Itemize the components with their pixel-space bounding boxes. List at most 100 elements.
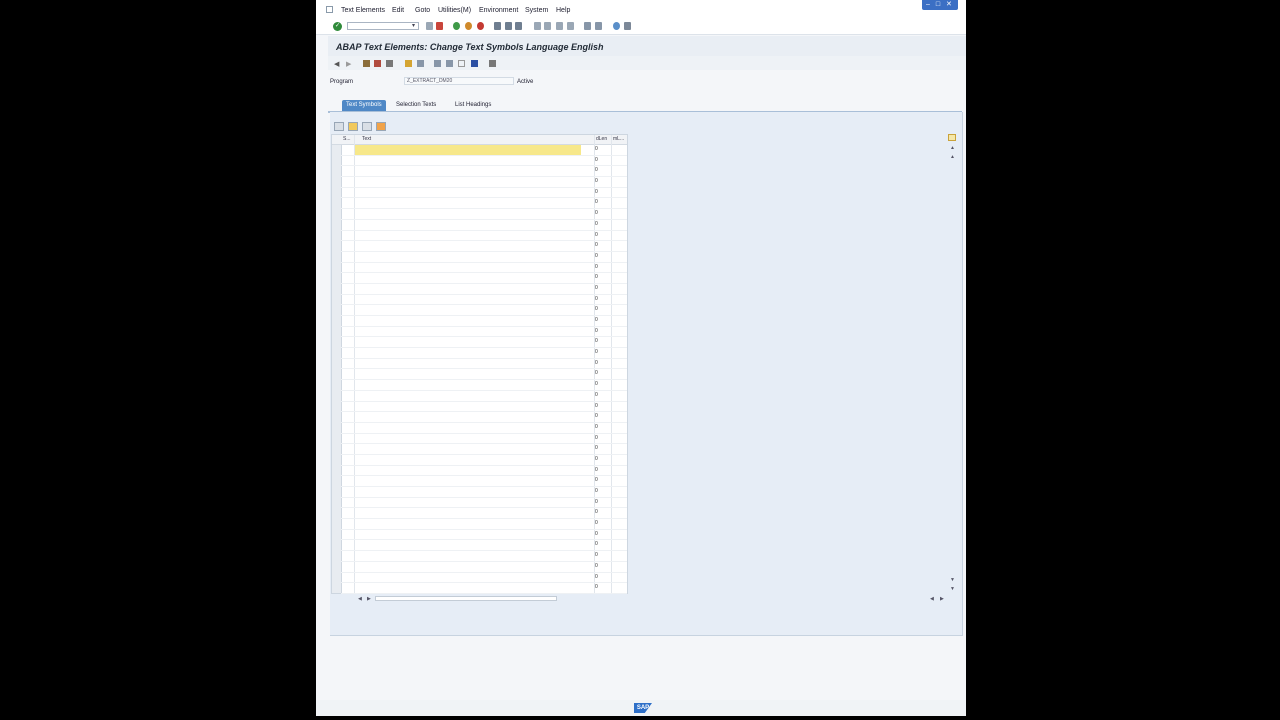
table-row[interactable]: 0 <box>341 188 627 199</box>
text-cell[interactable] <box>355 573 581 583</box>
scroll-up-icon[interactable]: ▲ <box>950 145 955 151</box>
menu-environment[interactable]: Environment <box>479 7 518 14</box>
first-page-icon[interactable] <box>534 22 541 30</box>
text-cell[interactable] <box>355 412 581 422</box>
table-row[interactable]: 0 <box>341 530 627 541</box>
table-row[interactable]: 0 <box>341 508 627 520</box>
table-row[interactable]: 0 <box>341 380 627 391</box>
configure-table-icon[interactable] <box>376 122 386 131</box>
table-row[interactable]: 0 <box>341 369 627 381</box>
navigation-icon[interactable] <box>417 60 424 67</box>
text-cell[interactable] <box>355 295 581 305</box>
table-row[interactable]: 0 <box>341 231 627 242</box>
header-text[interactable]: Text <box>362 136 371 142</box>
text-cell[interactable] <box>355 166 581 176</box>
text-cell[interactable] <box>355 305 581 315</box>
table-row[interactable]: 0 <box>341 391 627 402</box>
text-cell[interactable] <box>355 231 581 241</box>
program-field[interactable]: Z_EXTRACT_DM20 <box>404 77 514 85</box>
table-row[interactable]: 0 <box>341 166 627 178</box>
table-row[interactable]: 0 <box>341 444 627 455</box>
text-cell[interactable] <box>355 273 581 283</box>
table-row[interactable]: 0 <box>341 551 627 562</box>
table-row[interactable]: 0 <box>341 252 627 263</box>
print-icon[interactable] <box>494 22 501 30</box>
hierarchy-icon[interactable] <box>489 60 496 67</box>
table-row[interactable]: 0 <box>341 498 627 509</box>
text-cell[interactable] <box>355 241 581 251</box>
table-row[interactable]: 0 <box>341 177 627 188</box>
back-icon[interactable] <box>453 22 460 30</box>
tab-selection-texts[interactable]: Selection Texts <box>392 100 440 111</box>
tab-text-symbols[interactable]: Text Symbols <box>342 100 386 111</box>
text-cell[interactable] <box>355 466 581 476</box>
text-cell[interactable] <box>355 177 581 187</box>
header-dlen[interactable]: dLen <box>596 136 607 142</box>
exit-icon[interactable] <box>465 22 472 30</box>
copy-row-icon[interactable] <box>362 122 372 131</box>
table-row[interactable]: 0 <box>341 327 627 338</box>
shortcut-icon[interactable] <box>595 22 602 30</box>
activate-icon[interactable] <box>386 60 393 67</box>
text-cell[interactable] <box>355 508 581 518</box>
text-cell[interactable] <box>355 540 581 550</box>
table-row[interactable]: 0 <box>341 540 627 552</box>
text-cell[interactable] <box>355 209 581 219</box>
window-controls[interactable]: – □ ✕ <box>922 0 958 10</box>
table-settings-icon[interactable] <box>948 134 956 141</box>
save-icon[interactable] <box>436 22 443 30</box>
text-cell[interactable] <box>355 359 581 369</box>
table-row[interactable]: 0 <box>341 423 627 434</box>
table-row[interactable]: 0 <box>341 348 627 359</box>
table-row[interactable]: 0 <box>341 273 627 284</box>
table-row[interactable]: 0 <box>341 284 627 295</box>
text-cell[interactable] <box>355 284 581 294</box>
scroll-left-page-icon[interactable]: ▶ <box>367 596 371 602</box>
table-row[interactable]: 0 <box>341 487 627 498</box>
command-field[interactable] <box>347 22 419 30</box>
scroll-down-page-icon[interactable]: ▼ <box>950 577 955 583</box>
text-cell[interactable] <box>355 263 581 273</box>
table-row[interactable]: 0 <box>341 209 627 220</box>
find-icon[interactable] <box>505 22 512 30</box>
back-arrow-icon[interactable]: ◀ <box>334 60 341 68</box>
scroll-down-icon[interactable]: ▼ <box>950 586 955 592</box>
customize-layout-icon[interactable] <box>624 22 631 30</box>
text-cell[interactable] <box>355 423 581 433</box>
header-symbol[interactable]: S... <box>343 136 351 142</box>
translation-icon[interactable] <box>446 60 453 67</box>
menu-edit[interactable]: Edit <box>392 7 404 14</box>
table-row[interactable]: 0 <box>341 156 627 167</box>
menu-text-elements[interactable]: Text Elements <box>341 7 385 14</box>
window-menu-icon[interactable] <box>326 6 333 13</box>
text-cell[interactable] <box>355 156 581 166</box>
table-row[interactable]: 0 <box>341 359 627 370</box>
text-cell[interactable] <box>355 316 581 326</box>
text-cell[interactable] <box>355 562 581 572</box>
scroll-up-page-icon[interactable]: ▲ <box>950 154 955 160</box>
text-cell[interactable] <box>355 327 581 337</box>
text-cell[interactable] <box>355 369 581 379</box>
display-change-icon[interactable] <box>363 60 370 67</box>
cancel-icon[interactable] <box>477 22 484 30</box>
where-used-icon[interactable] <box>405 60 412 67</box>
table-row[interactable]: 0 <box>341 455 627 466</box>
text-cell[interactable] <box>355 434 581 444</box>
menu-goto[interactable]: Goto <box>415 7 430 14</box>
check-icon[interactable] <box>374 60 381 67</box>
table-row[interactable]: 0 <box>341 412 627 423</box>
text-cell[interactable] <box>355 519 581 529</box>
tab-list-headings[interactable]: List Headings <box>451 100 495 111</box>
insert-row-icon[interactable] <box>334 122 344 131</box>
table-row[interactable]: 0 <box>341 263 627 274</box>
table-row[interactable]: 0 <box>341 295 627 306</box>
menu-system[interactable]: System <box>525 7 548 14</box>
table-row[interactable]: 0 <box>341 476 627 487</box>
enter-check-icon[interactable]: ✓ <box>333 22 342 31</box>
table-row[interactable]: 0 <box>341 198 627 210</box>
text-cell[interactable] <box>355 348 581 358</box>
text-cell[interactable] <box>355 583 581 593</box>
text-cell[interactable] <box>355 391 581 401</box>
text-cell[interactable] <box>355 530 581 540</box>
text-cell[interactable] <box>355 252 581 262</box>
